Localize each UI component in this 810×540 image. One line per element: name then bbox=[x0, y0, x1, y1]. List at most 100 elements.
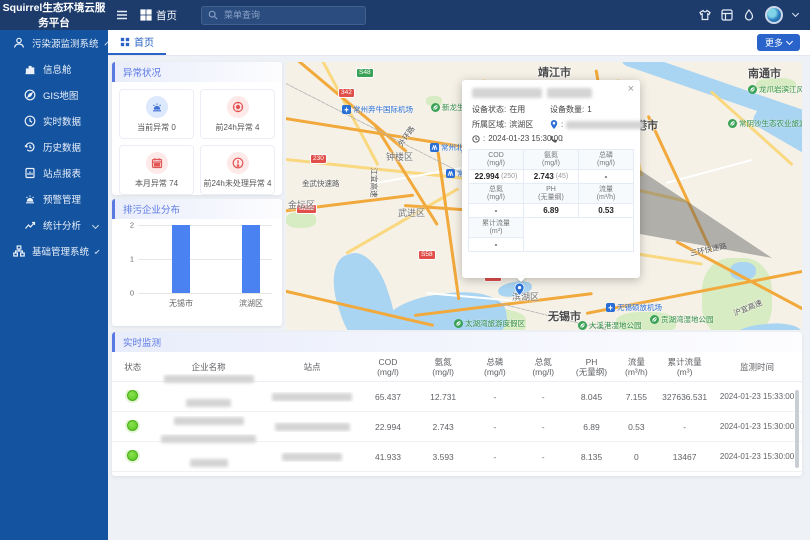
sidebar-item-5[interactable]: 站点报表 bbox=[0, 160, 108, 186]
column-name: 总氮 bbox=[521, 357, 565, 367]
tab-home-icon bbox=[120, 37, 130, 47]
district-label: 钟楼区 bbox=[386, 150, 413, 163]
station-redacted bbox=[264, 392, 361, 402]
menu-siren-icon bbox=[24, 193, 36, 205]
poi-无锡硕放机场[interactable]: 无锡硕放机场 bbox=[606, 302, 662, 313]
chevron-down-icon[interactable] bbox=[792, 10, 799, 17]
phone-icon bbox=[550, 135, 558, 143]
value-cell: 2.743 bbox=[416, 422, 471, 432]
user-avatar[interactable] bbox=[765, 6, 783, 24]
value-cell: - bbox=[471, 392, 519, 402]
metric-header-COD: COD(mg/l) bbox=[469, 150, 524, 170]
theme-shirt-icon[interactable] bbox=[699, 9, 711, 21]
sidebar-root-pollution-system[interactable]: 污染源监测系统 bbox=[0, 30, 108, 56]
tab-home[interactable]: 首页 bbox=[108, 30, 166, 55]
value-cell: 41.933 bbox=[360, 452, 415, 462]
gis-map[interactable]: G42G2S48S38S58S39S232342230S19金武快速路外环路江宜… bbox=[286, 62, 802, 330]
sidebar-item-2[interactable]: GIS地图 bbox=[0, 82, 108, 108]
menu-search-box[interactable] bbox=[201, 6, 366, 25]
value-cell: - bbox=[519, 392, 567, 402]
metric-value-总磷: - bbox=[579, 170, 634, 184]
metric-header-总氮: 总氮(mg/l) bbox=[469, 184, 524, 204]
column-unit: (m³/h) bbox=[618, 367, 655, 377]
abnormal-stat-label: 本月异常 74 bbox=[135, 178, 178, 189]
abnormal-stat-card-3[interactable]: 本月异常 74 bbox=[119, 145, 194, 195]
value-cell: 12.731 bbox=[416, 392, 471, 402]
droplet-icon[interactable] bbox=[743, 9, 755, 21]
poi-常州奔牛国际机场[interactable]: 常州奔牛国际机场 bbox=[342, 104, 413, 115]
value-cell: 65.437 bbox=[360, 392, 415, 402]
status-dot-green bbox=[127, 420, 138, 431]
table-row[interactable]: 41.9333.593--8.1350134672024-01-23 15:30… bbox=[112, 442, 802, 472]
column-header-氨氮: 氨氮(mg/l) bbox=[416, 357, 471, 377]
value-cell: 2024-01-23 15:30:00 bbox=[712, 422, 802, 431]
value-cell: 7.155 bbox=[616, 392, 657, 402]
column-unit: (m³) bbox=[659, 367, 710, 377]
column-header-累计流量: 累计流量(m³) bbox=[657, 357, 712, 377]
device-location-marker[interactable] bbox=[514, 282, 525, 296]
sidebar-item-base-system[interactable]: 基础管理系统 bbox=[0, 238, 108, 264]
device-phone: : bbox=[550, 134, 644, 143]
menu-history-icon bbox=[24, 141, 36, 153]
layout-icon[interactable] bbox=[721, 9, 733, 21]
device-address-redacted: : bbox=[550, 119, 644, 130]
metric-value: - bbox=[495, 240, 498, 249]
abnormal-stat-card-2[interactable]: 前24h异常 4 bbox=[200, 89, 275, 139]
siren-icon bbox=[146, 96, 168, 118]
value-cell: - bbox=[471, 422, 519, 432]
chart-bar-滨湖区 bbox=[242, 225, 260, 293]
sidebar-item-label: 基础管理系统 bbox=[32, 244, 89, 258]
realtime-monitor-title: 实时监测 bbox=[112, 332, 802, 352]
value-cell: 6.89 bbox=[567, 422, 615, 432]
topbar-home-link[interactable]: 首页 bbox=[140, 8, 177, 23]
column-name: 状态 bbox=[114, 362, 151, 372]
column-unit: (mg/l) bbox=[418, 367, 469, 377]
metric-value-流量: 0.53 bbox=[579, 204, 634, 218]
column-header-总氮: 总氮(mg/l) bbox=[519, 357, 567, 377]
topbar-home-label: 首页 bbox=[156, 8, 177, 23]
sidebar-item-7[interactable]: 统计分析 bbox=[0, 212, 108, 238]
alert-icon bbox=[227, 152, 249, 174]
search-input[interactable] bbox=[222, 9, 352, 21]
table-row[interactable]: 65.43712.731--8.0457.155327636.5312024-0… bbox=[112, 382, 802, 412]
table-scrollbar[interactable] bbox=[795, 390, 799, 468]
poi-大溪港湿地公园[interactable]: 大溪港湿地公园 bbox=[578, 320, 642, 330]
redacted-text bbox=[282, 453, 342, 461]
metric-value: 6.89 bbox=[543, 206, 559, 215]
sidebar-item-3[interactable]: 实时数据 bbox=[0, 108, 108, 134]
sidebar-item-label: 站点报表 bbox=[43, 166, 81, 180]
chevron-down-icon bbox=[92, 221, 99, 228]
close-icon[interactable]: × bbox=[628, 83, 634, 95]
abnormal-stat-card-4[interactable]: 前24h未处理异常 4 bbox=[200, 145, 275, 195]
value-cell: - bbox=[471, 452, 519, 462]
metric-value-PH: 6.89 bbox=[524, 204, 579, 218]
plane-icon bbox=[342, 105, 351, 114]
redacted-text bbox=[174, 417, 244, 425]
more-button[interactable]: 更多 bbox=[757, 34, 800, 51]
sidebar-item-4[interactable]: 历史数据 bbox=[0, 134, 108, 160]
poi-label: 无锡硕放机场 bbox=[617, 302, 662, 313]
metro-icon bbox=[430, 143, 439, 152]
city-label: 无锡市 bbox=[548, 308, 581, 324]
abnormal-status-card: 异常状况 当前异常 0前24h异常 4本月异常 74前24h未处理异常 4 bbox=[112, 62, 282, 195]
metric-value-累计流量: - bbox=[469, 238, 524, 252]
menu-clock-icon bbox=[24, 115, 36, 127]
chart-gridline bbox=[138, 293, 272, 294]
leaf-icon bbox=[728, 119, 737, 128]
sidebar-item-6[interactable]: 预警管理 bbox=[0, 186, 108, 212]
poi-常阴沙生态农业旅游区[interactable]: 常阴沙生态农业旅游区 bbox=[728, 118, 802, 129]
hamburger-menu-icon[interactable] bbox=[116, 9, 128, 21]
value-cell: 8.135 bbox=[567, 452, 615, 462]
metric-empty bbox=[524, 218, 634, 252]
value-cell: 8.045 bbox=[567, 392, 615, 402]
column-unit: (mg/l) bbox=[521, 367, 565, 377]
poi-太湖湾旅游度假区[interactable]: 太湖湾旅游度假区 bbox=[454, 318, 525, 329]
poi-贡湖湾湿地公园[interactable]: 贡湖湾湿地公园 bbox=[650, 314, 714, 325]
abnormal-stat-card-1[interactable]: 当前异常 0 bbox=[119, 89, 194, 139]
sidebar-item-1[interactable]: 信息舱 bbox=[0, 56, 108, 82]
poi-龙爪岩滨江风光带[interactable]: 龙爪岩滨江风光带 bbox=[748, 84, 802, 95]
sidebar-root-label: 污染源监测系统 bbox=[32, 36, 99, 50]
x-axis-label: 无锡市 bbox=[169, 298, 193, 309]
sidebar-item-label: 历史数据 bbox=[43, 140, 81, 154]
redacted-text bbox=[161, 435, 256, 443]
